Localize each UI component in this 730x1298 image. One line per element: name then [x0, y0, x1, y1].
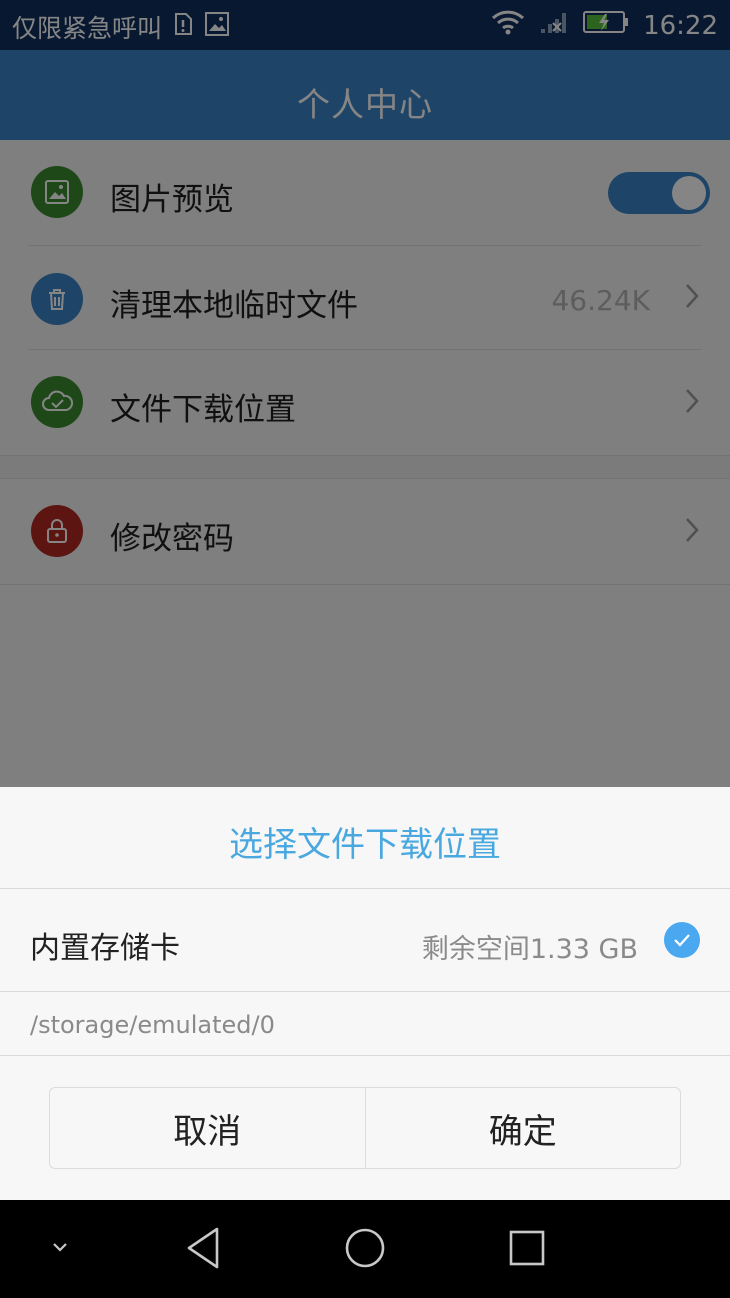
back-icon[interactable] — [183, 1225, 223, 1275]
storage-name: 内置存储卡 — [30, 931, 180, 966]
cancel-button[interactable]: 取消 — [50, 1088, 365, 1168]
chevron-down-icon[interactable] — [48, 1235, 72, 1263]
dialog-buttons: 取消 确定 — [49, 1087, 681, 1169]
divider — [0, 991, 730, 992]
download-location-dialog: 选择文件下载位置 内置存储卡 剩余空间1.33 GB /storage/emul… — [0, 787, 730, 1200]
dialog-title: 选择文件下载位置 — [229, 825, 501, 865]
divider — [0, 1055, 730, 1056]
confirm-button[interactable]: 确定 — [364, 1088, 681, 1168]
navigation-bar — [0, 1200, 730, 1298]
storage-free-space: 剩余空间1.33 GB — [421, 934, 638, 965]
check-icon[interactable] — [664, 922, 700, 958]
recents-icon[interactable] — [507, 1225, 547, 1275]
storage-path: /storage/emulated/0 — [30, 1011, 275, 1039]
home-icon[interactable] — [343, 1225, 387, 1275]
